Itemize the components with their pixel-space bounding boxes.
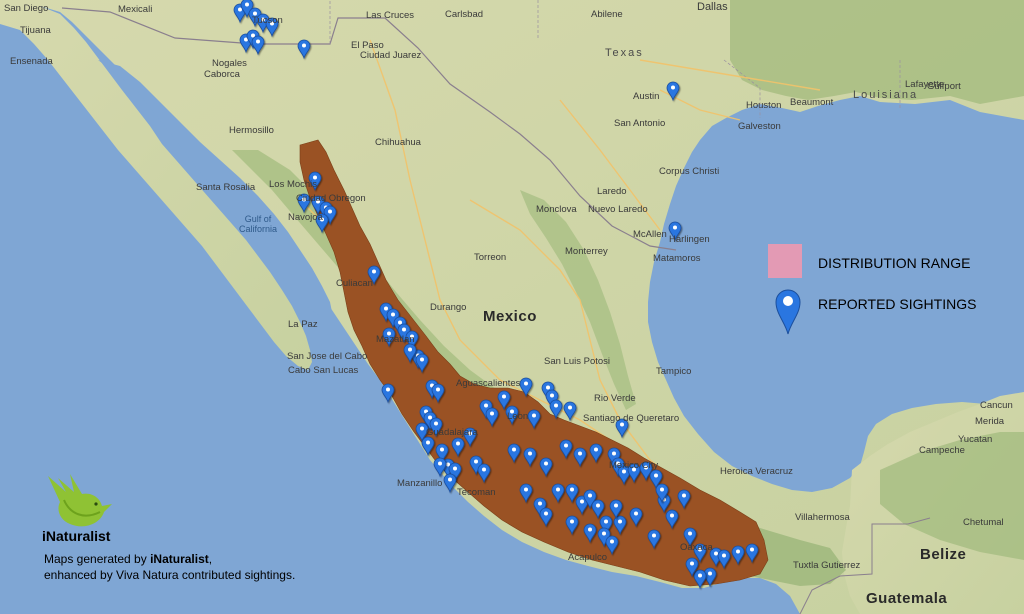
city-label: Chetumal [963, 517, 1004, 528]
city-label: Nogales [212, 58, 247, 69]
city-label: Yucatan [958, 434, 993, 445]
city-label: Mexicali [118, 4, 153, 15]
city-label: Santa Rosalia [196, 182, 256, 193]
city-label: Beaumont [790, 97, 834, 108]
city-label: Ciudad Obregon [296, 193, 366, 204]
city-label: McAllen [633, 229, 667, 240]
city-label: San Luis Potosi [544, 356, 611, 367]
legend-swatch-distribution [768, 244, 802, 278]
city-label: Abilene [591, 9, 623, 20]
city-label: San Jose del Cabo [287, 351, 368, 362]
city-label: San Antonio [614, 118, 666, 129]
city-label: Torreon [474, 252, 507, 263]
city-label: Campeche [919, 445, 965, 456]
city-label: Ciudad Juarez [360, 50, 422, 61]
city-label: Aguascalientes [456, 378, 521, 389]
city-label: La Paz [288, 319, 318, 330]
city-label: Acapulco [568, 552, 608, 563]
city-label: Cabo San Lucas [288, 365, 359, 376]
city-label: Monterrey [565, 246, 608, 257]
city-label: Caborca [204, 69, 240, 80]
city-label: Laredo [597, 186, 627, 197]
state-label-texas: Texas [605, 47, 644, 59]
city-label: Durango [430, 302, 467, 313]
city-label: Los Mochis [269, 179, 318, 190]
city-label: Culiacan [336, 278, 373, 289]
city-label: Dallas [697, 1, 728, 13]
city-label: Tampico [656, 366, 692, 377]
legend-label-distribution: DISTRIBUTION RANGE [818, 255, 971, 271]
country-label-guatemala: Guatemala [866, 590, 948, 607]
city-label: Heroica Veracruz [720, 466, 793, 477]
city-label: Mexico City [609, 460, 659, 471]
legend-pin-icon [775, 289, 801, 335]
sea-label-gulf-of-california: Gulf of California [238, 214, 278, 234]
city-label: Navojoa [288, 212, 323, 223]
city-label: Galveston [738, 121, 781, 132]
map-stage[interactable]: Mexico Guatemala Belize Texas Louisiana … [0, 0, 1024, 614]
city-label: Tuxtla Gutierrez [793, 560, 861, 571]
city-label: Hermosillo [229, 125, 274, 136]
city-label: Tijuana [20, 25, 51, 36]
city-label: Santiago de Queretaro [583, 413, 680, 424]
city-label: Monclova [536, 204, 577, 215]
bird-icon [48, 474, 112, 527]
legend-label-sightings: REPORTED SIGHTINGS [818, 296, 977, 312]
country-label-belize: Belize [920, 546, 967, 563]
city-label: Nuevo Laredo [588, 204, 648, 215]
city-label: Cancun [980, 400, 1013, 411]
inaturalist-logo: iNaturalist [40, 470, 120, 545]
city-label: Oaxaca [680, 542, 713, 553]
city-label: Merida [975, 416, 1005, 427]
logo-wordmark: iNaturalist [42, 528, 111, 544]
city-label: Guadalajara [426, 427, 478, 438]
city-label: Matamoros [653, 253, 701, 264]
city-label: Chihuahua [375, 137, 421, 148]
credit-prefix: Maps generated by [44, 552, 151, 566]
city-label: Ensenada [10, 56, 53, 67]
state-label-louisiana: Louisiana [853, 89, 919, 101]
city-label: Leon [507, 411, 529, 422]
city-label: Mazatlan [376, 334, 415, 345]
country-label-mexico: Mexico [483, 308, 537, 325]
city-label: Austin [633, 91, 660, 102]
city-label: Las Cruces [366, 10, 415, 21]
credit-brand: iNaturalist [150, 552, 209, 566]
city-label: Houston [746, 100, 782, 111]
legend: DISTRIBUTION RANGE REPORTED SIGHTINGS [760, 244, 1010, 344]
city-label: Carlsbad [445, 9, 484, 20]
city-label: Manzanillo [397, 478, 443, 489]
city-label: Gulfport [927, 81, 961, 92]
credit-line-1: Maps generated by iNaturalist, [44, 552, 212, 566]
city-label: Tucson [252, 15, 283, 26]
city-label: Villahermosa [795, 512, 850, 523]
credit-line-2: enhanced by Viva Natura contributed sigh… [44, 568, 296, 582]
city-label: Rio Verde [594, 393, 636, 404]
city-label: Tecoman [457, 487, 496, 498]
city-label: Corpus Christi [659, 166, 720, 177]
city-label: Harlingen [669, 234, 710, 245]
city-label: San Diego [4, 3, 49, 14]
credit-suffix: , [208, 552, 213, 566]
